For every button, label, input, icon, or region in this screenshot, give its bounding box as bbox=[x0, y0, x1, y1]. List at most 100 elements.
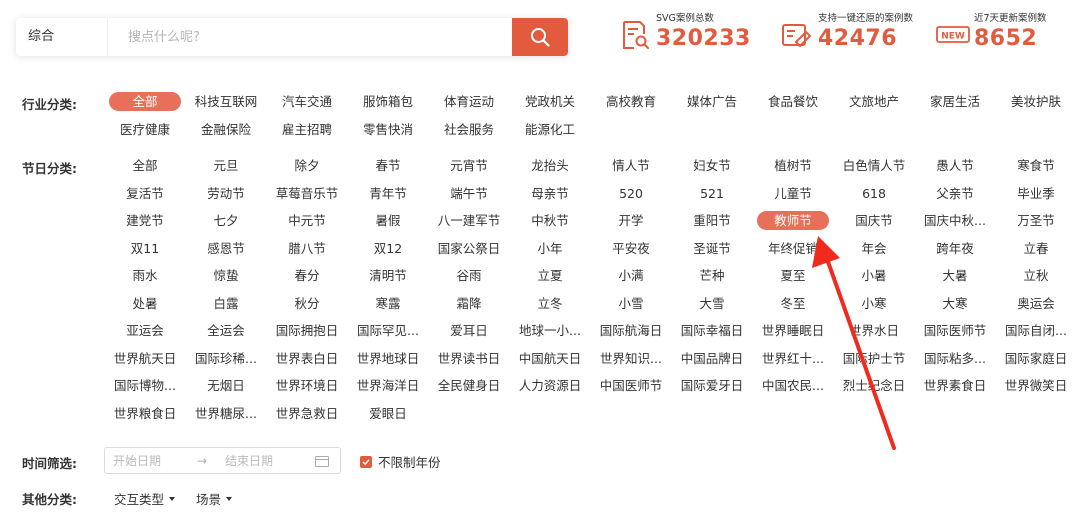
festival-tag[interactable]: 中国农民... bbox=[754, 376, 832, 395]
festival-tag[interactable]: 腊八节 bbox=[268, 239, 346, 258]
festival-tag[interactable]: 双12 bbox=[349, 239, 427, 258]
festival-tag[interactable]: 年会 bbox=[835, 239, 913, 258]
industry-tag[interactable]: 全部 bbox=[109, 92, 181, 111]
festival-tag[interactable]: 开学 bbox=[592, 211, 670, 230]
festival-tag[interactable]: 世界海洋日 bbox=[349, 376, 427, 395]
festival-tag[interactable]: 妇女节 bbox=[673, 156, 751, 175]
date-start-field[interactable]: 开始日期 bbox=[105, 452, 197, 469]
festival-tag[interactable]: 中秋节 bbox=[511, 211, 589, 230]
search-category-select[interactable]: 综合 bbox=[16, 18, 108, 56]
festival-tag[interactable]: 世界糖尿... bbox=[187, 404, 265, 423]
festival-tag[interactable]: 母亲节 bbox=[511, 184, 589, 203]
industry-tag[interactable]: 美妆护肤 bbox=[997, 92, 1075, 111]
festival-tag[interactable]: 龙抬头 bbox=[511, 156, 589, 175]
industry-tag[interactable]: 体育运动 bbox=[430, 92, 508, 111]
festival-tag[interactable]: 世界红十... bbox=[754, 349, 832, 368]
festival-tag[interactable]: 八一建军节 bbox=[430, 211, 508, 230]
festival-tag[interactable]: 中元节 bbox=[268, 211, 346, 230]
festival-tag[interactable]: 春分 bbox=[268, 266, 346, 285]
festival-tag[interactable]: 国际医师节 bbox=[916, 321, 994, 340]
festival-tag[interactable]: 520 bbox=[592, 184, 670, 203]
festival-tag[interactable]: 小寒 bbox=[835, 294, 913, 313]
festival-tag[interactable]: 全部 bbox=[106, 156, 184, 175]
festival-tag[interactable]: 情人节 bbox=[592, 156, 670, 175]
festival-tag[interactable]: 国际自闭... bbox=[997, 321, 1075, 340]
festival-tag[interactable]: 人力资源日 bbox=[511, 376, 589, 395]
festival-tag[interactable]: 万圣节 bbox=[997, 211, 1075, 230]
festival-tag[interactable]: 毕业季 bbox=[997, 184, 1075, 203]
festival-tag[interactable]: 愚人节 bbox=[916, 156, 994, 175]
festival-tag[interactable]: 国际珍稀... bbox=[187, 349, 265, 368]
industry-tag[interactable]: 雇主招聘 bbox=[268, 120, 346, 139]
industry-tag[interactable]: 服饰箱包 bbox=[349, 92, 427, 111]
festival-tag[interactable]: 小雪 bbox=[592, 294, 670, 313]
festival-tag[interactable]: 国际拥抱日 bbox=[268, 321, 346, 340]
festival-tag[interactable]: 圣诞节 bbox=[673, 239, 751, 258]
festival-tag[interactable]: 小暑 bbox=[835, 266, 913, 285]
industry-tag[interactable]: 社会服务 bbox=[430, 120, 508, 139]
date-range-picker[interactable]: 开始日期 → 结束日期 bbox=[104, 447, 341, 474]
festival-tag[interactable]: 秋分 bbox=[268, 294, 346, 313]
industry-tag[interactable]: 食品餐饮 bbox=[754, 92, 832, 111]
festival-tag[interactable]: 儿童节 bbox=[754, 184, 832, 203]
industry-tag[interactable]: 党政机关 bbox=[511, 92, 589, 111]
festival-tag[interactable]: 立冬 bbox=[511, 294, 589, 313]
festival-tag[interactable]: 雨水 bbox=[106, 266, 184, 285]
festival-tag[interactable]: 中国医师节 bbox=[592, 376, 670, 395]
festival-tag[interactable]: 立春 bbox=[997, 239, 1075, 258]
date-end-field[interactable]: 结束日期 bbox=[223, 452, 315, 469]
festival-tag[interactable]: 爱耳日 bbox=[430, 321, 508, 340]
festival-tag[interactable]: 世界航天日 bbox=[106, 349, 184, 368]
festival-tag[interactable]: 国际爱牙日 bbox=[673, 376, 751, 395]
festival-tag[interactable]: 端午节 bbox=[430, 184, 508, 203]
festival-tag[interactable]: 国际粘多... bbox=[916, 349, 994, 368]
festival-tag[interactable]: 亚运会 bbox=[106, 321, 184, 340]
festival-tag[interactable]: 国际航海日 bbox=[592, 321, 670, 340]
festival-tag[interactable]: 谷雨 bbox=[430, 266, 508, 285]
festival-tag[interactable]: 七夕 bbox=[187, 211, 265, 230]
festival-tag[interactable]: 世界知识... bbox=[592, 349, 670, 368]
festival-tag[interactable]: 无烟日 bbox=[187, 376, 265, 395]
industry-tag[interactable]: 科技互联网 bbox=[187, 92, 265, 111]
search-button[interactable] bbox=[512, 18, 568, 56]
festival-tag[interactable]: 烈士纪念日 bbox=[835, 376, 913, 395]
festival-tag[interactable]: 惊蛰 bbox=[187, 266, 265, 285]
festival-tag[interactable]: 国际幸福日 bbox=[673, 321, 751, 340]
festival-tag[interactable]: 青年节 bbox=[349, 184, 427, 203]
industry-tag[interactable]: 媒体广告 bbox=[673, 92, 751, 111]
festival-tag[interactable]: 国际博物... bbox=[106, 376, 184, 395]
festival-tag[interactable]: 父亲节 bbox=[916, 184, 994, 203]
festival-tag[interactable]: 立夏 bbox=[511, 266, 589, 285]
festival-tag[interactable]: 中国品牌日 bbox=[673, 349, 751, 368]
festival-tag[interactable]: 全民健身日 bbox=[430, 376, 508, 395]
unlimited-year-checkbox[interactable]: 不限制年份 bbox=[360, 452, 441, 471]
festival-tag[interactable]: 劳动节 bbox=[187, 184, 265, 203]
festival-tag[interactable]: 平安夜 bbox=[592, 239, 670, 258]
festival-tag[interactable]: 暑假 bbox=[349, 211, 427, 230]
festival-tag[interactable]: 世界地球日 bbox=[349, 349, 427, 368]
festival-tag[interactable]: 国家公祭日 bbox=[430, 239, 508, 258]
festival-tag[interactable]: 全运会 bbox=[187, 321, 265, 340]
industry-tag[interactable]: 金融保险 bbox=[187, 120, 265, 139]
industry-tag[interactable]: 医疗健康 bbox=[106, 120, 184, 139]
festival-tag[interactable]: 世界水日 bbox=[835, 321, 913, 340]
scene-dropdown[interactable]: 场景 bbox=[196, 489, 233, 508]
festival-tag[interactable]: 世界表白日 bbox=[268, 349, 346, 368]
festival-tag[interactable]: 世界环境日 bbox=[268, 376, 346, 395]
festival-tag[interactable]: 跨年夜 bbox=[916, 239, 994, 258]
industry-tag[interactable]: 零售快消 bbox=[349, 120, 427, 139]
festival-tag[interactable]: 年终促销 bbox=[754, 239, 832, 258]
festival-tag[interactable]: 地球一小... bbox=[511, 321, 589, 340]
festival-tag[interactable]: 感恩节 bbox=[187, 239, 265, 258]
festival-tag[interactable]: 国庆节 bbox=[835, 211, 913, 230]
search-input[interactable] bbox=[108, 18, 512, 56]
festival-tag[interactable]: 双11 bbox=[106, 239, 184, 258]
festival-tag[interactable]: 夏至 bbox=[754, 266, 832, 285]
festival-tag[interactable]: 植树节 bbox=[754, 156, 832, 175]
festival-tag[interactable]: 寒食节 bbox=[997, 156, 1075, 175]
festival-tag[interactable]: 冬至 bbox=[754, 294, 832, 313]
festival-tag[interactable]: 大雪 bbox=[673, 294, 751, 313]
festival-tag[interactable]: 国际护士节 bbox=[835, 349, 913, 368]
interaction-type-dropdown[interactable]: 交互类型 bbox=[114, 489, 176, 508]
festival-tag[interactable]: 立秋 bbox=[997, 266, 1075, 285]
